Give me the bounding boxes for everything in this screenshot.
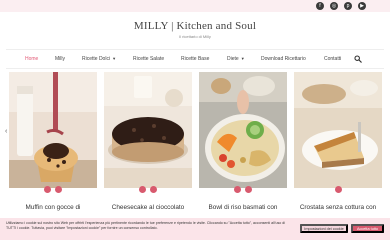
post-category-dots xyxy=(104,186,192,193)
category-dot[interactable] xyxy=(55,186,62,193)
search-icon[interactable] xyxy=(354,55,362,63)
cookie-settings-button[interactable]: Impostazioni dei cookie xyxy=(300,224,348,233)
nav-item-ricette-base[interactable]: Ricette Base xyxy=(181,56,209,62)
category-dot[interactable] xyxy=(245,186,252,193)
pinterest-icon[interactable]: p xyxy=(344,2,352,10)
post-image xyxy=(104,72,192,188)
nav-divider xyxy=(6,68,384,69)
chevron-down-icon: ▼ xyxy=(240,56,245,61)
post-card-bowl[interactable] xyxy=(199,72,287,188)
nav-item-contatti[interactable]: Contatti xyxy=(324,56,341,62)
category-dot[interactable] xyxy=(334,186,342,193)
post-category-dots xyxy=(199,186,287,193)
nav-item-diete[interactable]: Diete ▼ xyxy=(227,56,245,62)
slider-prev-arrow[interactable]: ‹ xyxy=(5,128,7,135)
nav-item-home[interactable]: Home xyxy=(25,56,38,62)
post-card-cheesecake[interactable] xyxy=(104,72,192,188)
main-navigation: Home Milly Ricette Dolci ▼ Ricette Salate… xyxy=(0,53,390,67)
post-title[interactable]: Muffin con gocce di xyxy=(5,204,101,211)
chevron-down-icon: ▼ xyxy=(112,56,117,61)
nav-item-ricette-salate[interactable]: Ricette Salate xyxy=(133,56,164,62)
post-image xyxy=(294,72,382,188)
youtube-icon[interactable]: ▶ xyxy=(358,2,366,10)
cookie-text: Utilizziamo i cookie sul nostro sito Web… xyxy=(6,221,286,230)
nav-item-ricette-dolci[interactable]: Ricette Dolci ▼ xyxy=(82,56,116,62)
instagram-icon[interactable]: ◎ xyxy=(330,2,338,10)
post-category-dots xyxy=(9,186,97,193)
category-dot[interactable] xyxy=(44,186,51,193)
site-title[interactable]: MILLY | Kitchen and Soul xyxy=(0,20,390,32)
category-dot[interactable] xyxy=(234,186,241,193)
category-dot[interactable] xyxy=(139,186,146,193)
header-divider xyxy=(6,49,384,50)
nav-item-milly[interactable]: Milly xyxy=(55,56,65,62)
cookie-banner: Utilizziamo i cookie sul nostro sito Web… xyxy=(0,218,390,240)
post-card-muffin[interactable] xyxy=(9,72,97,188)
post-title[interactable]: Cheesecake al cioccolato xyxy=(100,204,196,211)
accept-all-button[interactable]: Accetta tutto xyxy=(351,224,384,233)
facebook-icon[interactable]: f xyxy=(316,2,324,10)
post-card-crostata[interactable] xyxy=(294,72,382,188)
nav-item-download-ricettario[interactable]: Download Ricettario xyxy=(261,56,306,62)
post-category-dots xyxy=(294,186,382,193)
site-tagline: Il ricettario di Milly xyxy=(179,34,211,39)
post-title[interactable]: Crostata senza cottura con xyxy=(290,204,386,211)
post-image xyxy=(199,72,287,188)
category-dot[interactable] xyxy=(150,186,157,193)
post-image xyxy=(9,72,97,188)
post-title[interactable]: Bowl di riso basmati con xyxy=(195,204,291,211)
